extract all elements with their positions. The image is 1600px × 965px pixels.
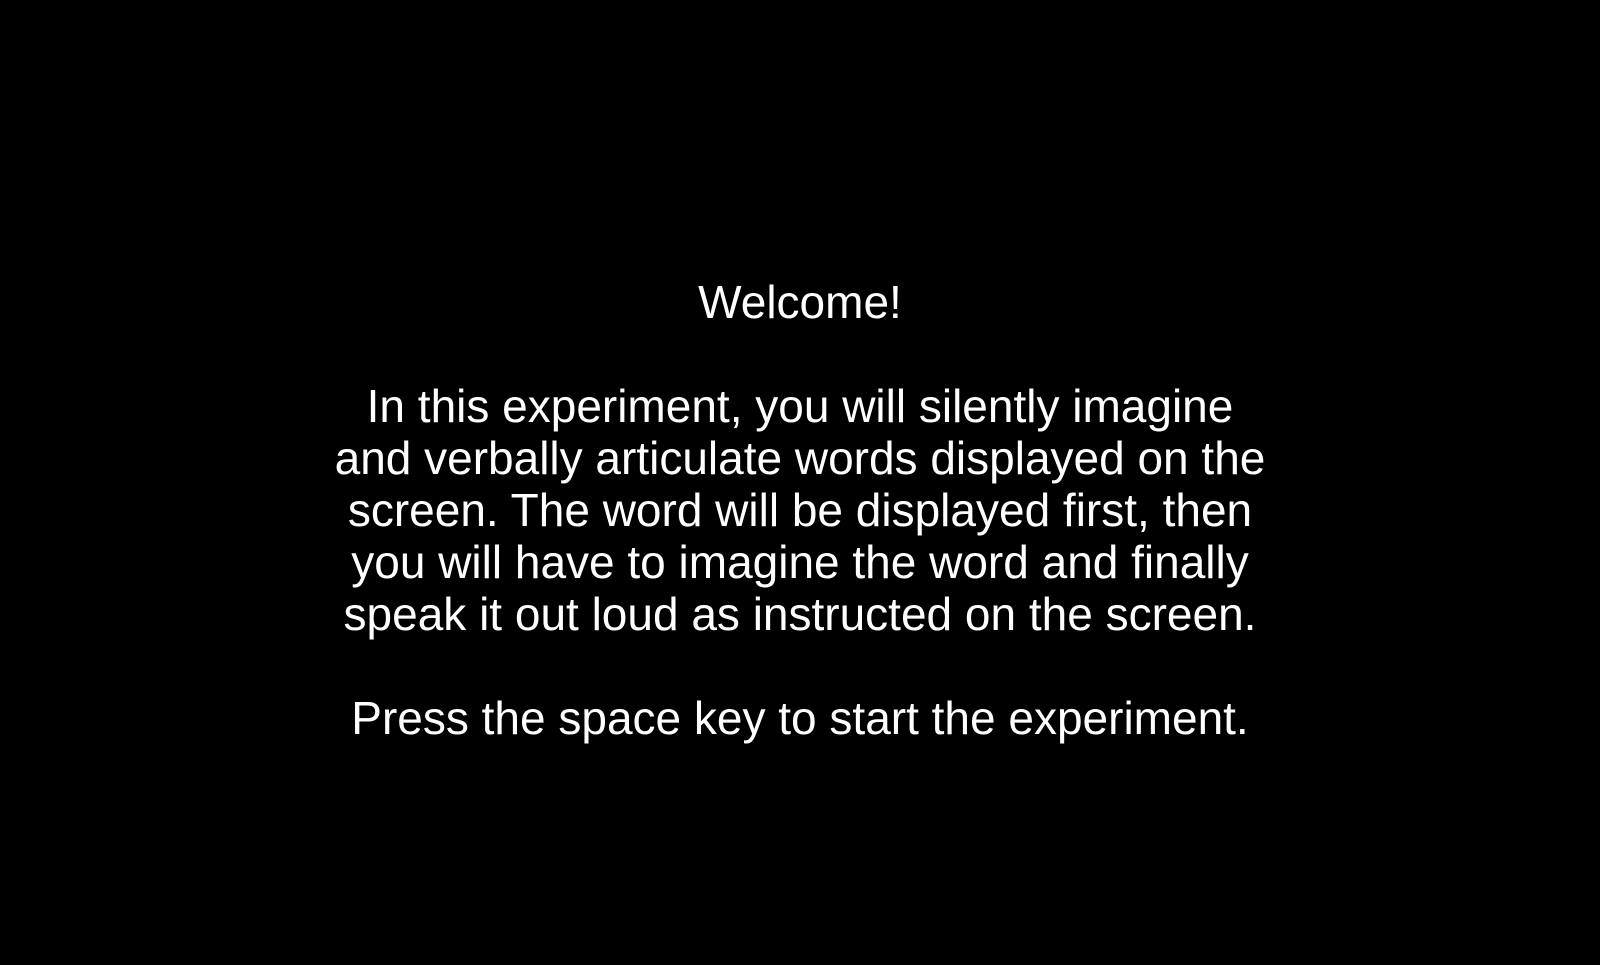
experiment-welcome-screen: Welcome! In this experiment, you will si… [0,0,1600,965]
instruction-line-5: speak it out loud as instructed on the s… [343,588,1257,640]
start-prompt: Press the space key to start the experim… [351,692,1249,744]
welcome-title: Welcome! [698,276,902,328]
instruction-line-1: In this experiment, you will silently im… [366,380,1234,432]
instruction-line-3: screen. The word will be displayed first… [347,484,1253,536]
instructions-block: Welcome! In this experiment, you will si… [0,276,1600,744]
instruction-line-2: and verbally articulate words displayed … [334,432,1266,484]
instruction-line-4: you will have to imagine the word and fi… [351,536,1249,588]
